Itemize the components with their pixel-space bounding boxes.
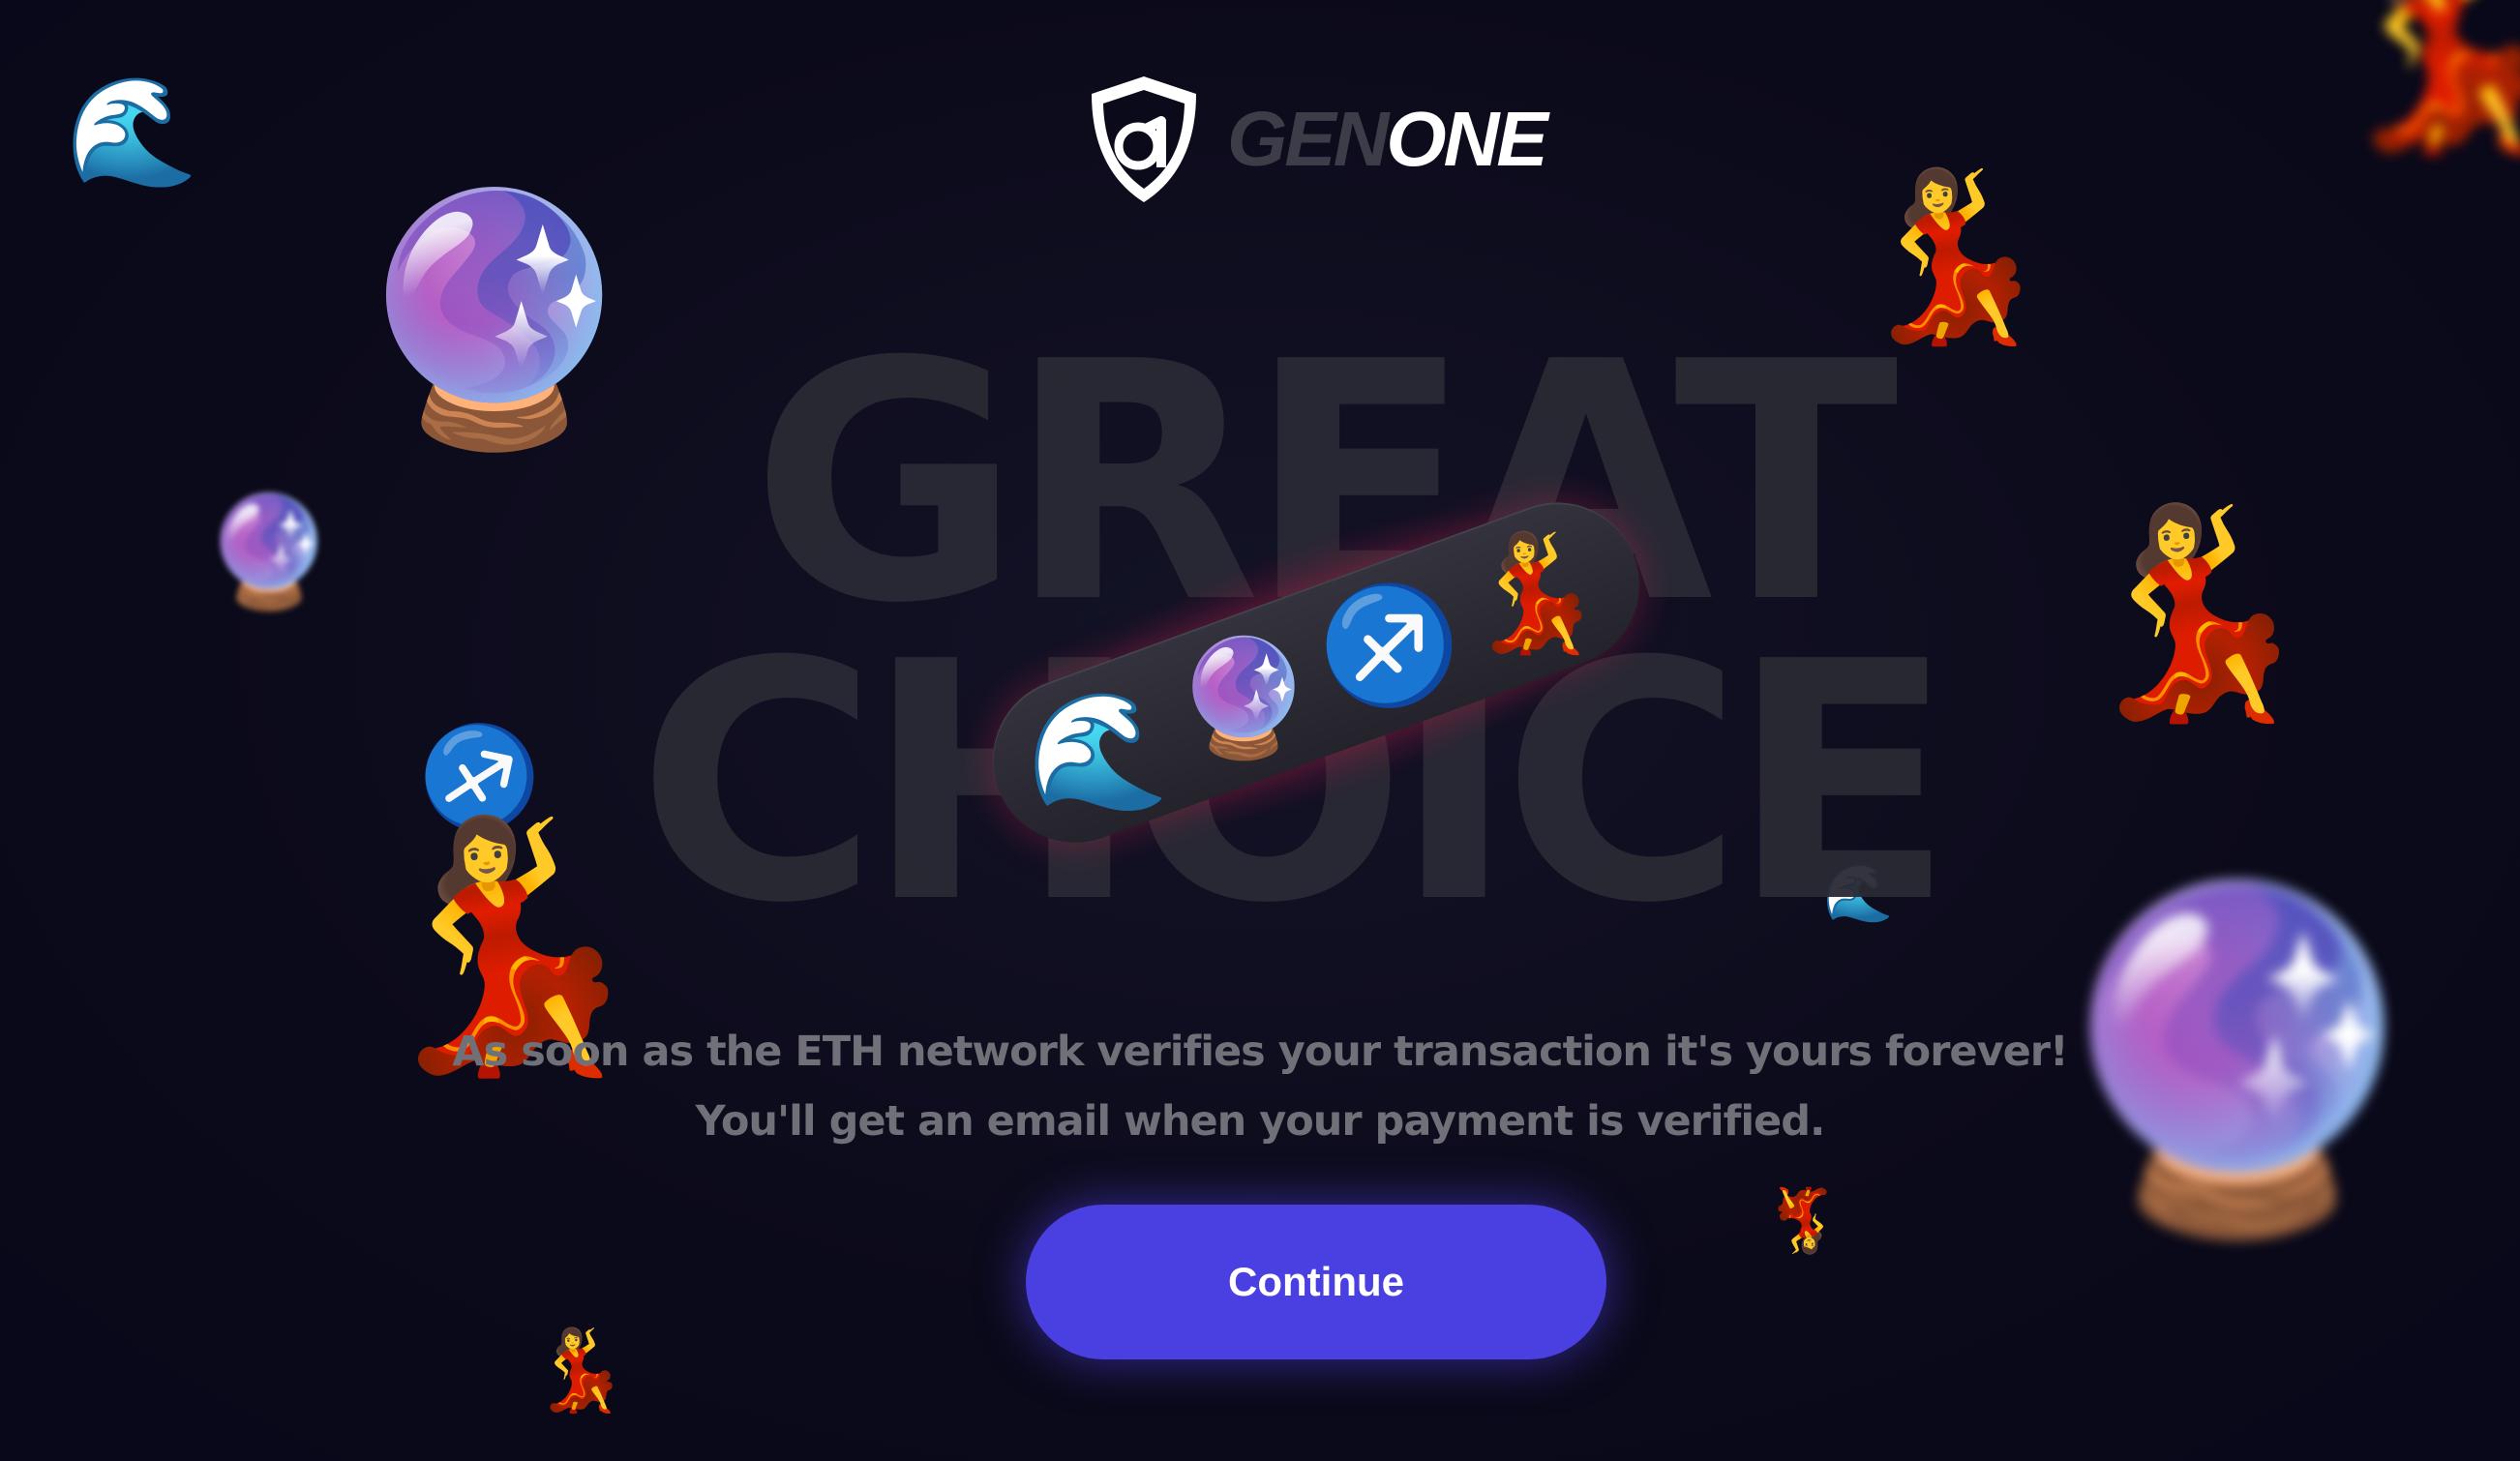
verification-message-line2: You'll get an email when your payment is… bbox=[695, 1097, 1826, 1146]
wave-emoji-top-left: 🌊 bbox=[66, 73, 198, 192]
brand-name-part2: ONE bbox=[1386, 96, 1547, 182]
brand-wordmark: GENONE bbox=[1227, 101, 1548, 178]
dancer-emoji-corner-right: 💃 bbox=[2323, 0, 2520, 157]
brand-name-part1: GEN bbox=[1227, 96, 1389, 182]
verification-message-line1: As soon as the ETH network verifies your… bbox=[452, 1028, 2068, 1076]
pill-wave-emoji: 🌊 bbox=[1027, 688, 1169, 817]
confirmation-page: 🌊 🔮 🔮 ♐ 💃 💃 💃 💃 💃 🌊 💃 🔮 GENONE GREAT CHO… bbox=[0, 0, 2520, 1461]
dancer-emoji-tiny: 💃 bbox=[1765, 1186, 1843, 1256]
genone-shield-logo-icon bbox=[1092, 76, 1196, 202]
dancer-emoji-bottom-left: 💃 bbox=[530, 1327, 630, 1415]
continue-button[interactable]: Continue bbox=[1026, 1205, 1606, 1359]
pill-crystal-ball-emoji: 🔮 bbox=[1172, 635, 1315, 763]
pill-dancer-emoji: 💃 bbox=[1463, 528, 1605, 657]
genone-logo[interactable]: GENONE bbox=[1084, 72, 1548, 207]
pill-sagittarius-emoji: ♐ bbox=[1317, 581, 1460, 710]
